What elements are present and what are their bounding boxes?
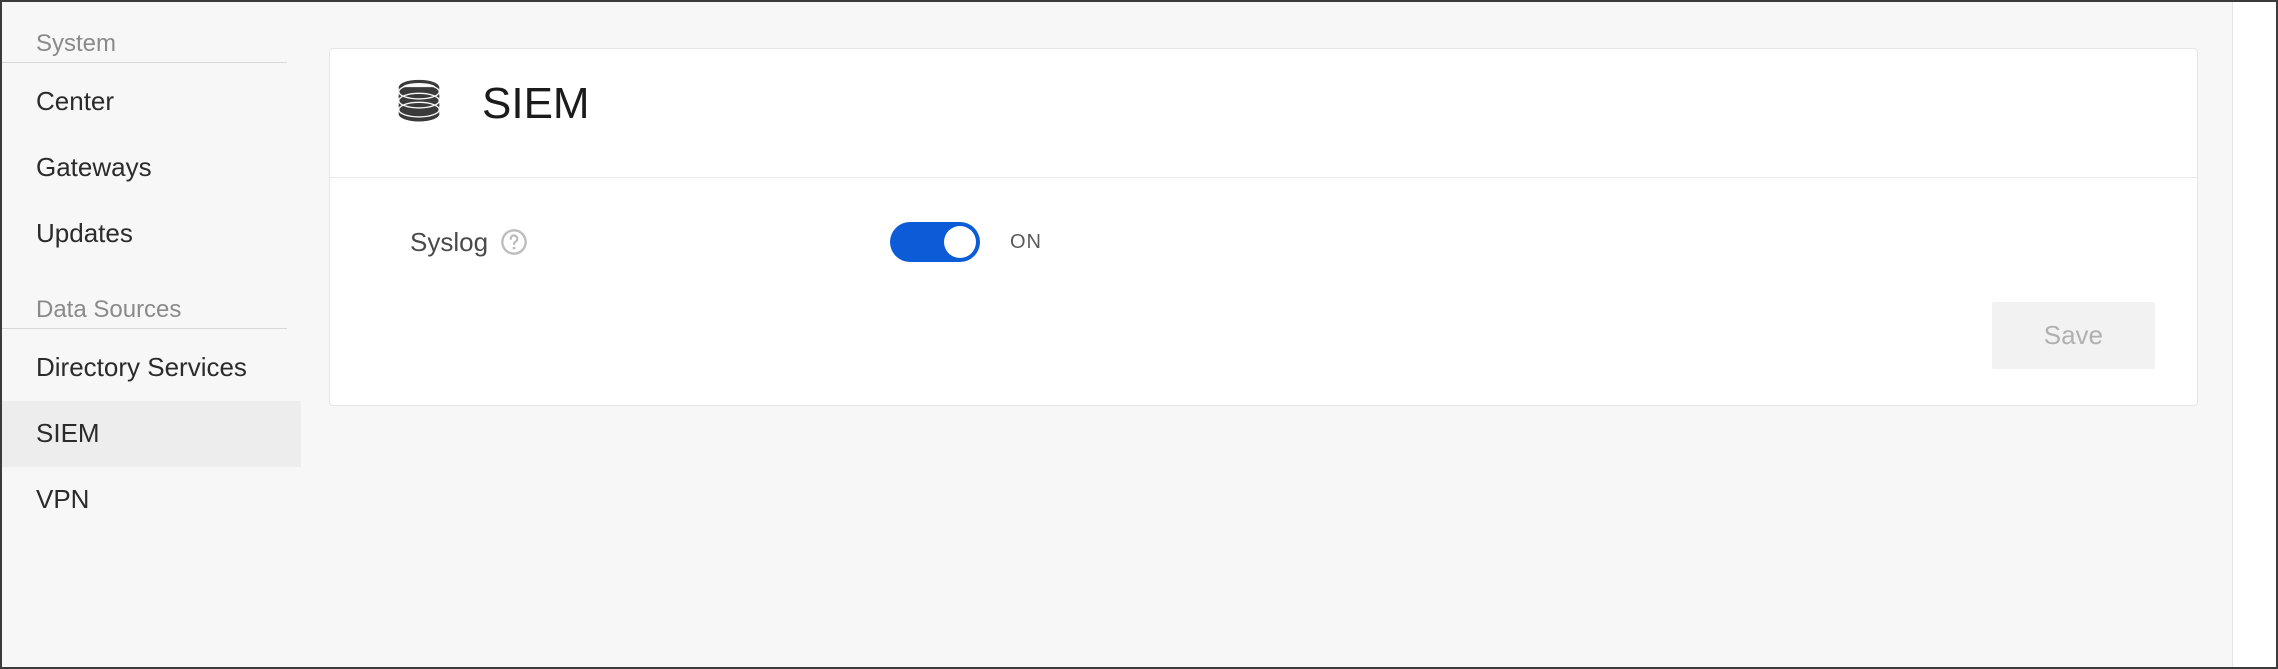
sidebar-item-directory-services[interactable]: Directory Services	[2, 335, 301, 401]
sidebar-item-center[interactable]: Center	[2, 69, 301, 135]
right-gutter	[2232, 2, 2276, 667]
panel-footer: Save	[410, 262, 2155, 369]
panel-title: SIEM	[482, 79, 590, 129]
syslog-label-text: Syslog	[410, 227, 488, 258]
main-content: SIEM Syslog	[307, 2, 2232, 667]
sidebar-section-data-sources: Data Sources	[2, 296, 287, 329]
syslog-setting-row: Syslog ON	[410, 222, 2155, 262]
sidebar-item-siem[interactable]: SIEM	[2, 401, 301, 467]
toggle-knob	[944, 226, 976, 258]
panel-header: SIEM	[330, 49, 2197, 178]
sidebar-item-updates[interactable]: Updates	[2, 201, 301, 267]
sidebar: System Center Gateways Updates Data Sour…	[2, 2, 307, 667]
panel-body: Syslog ON	[330, 178, 2197, 405]
syslog-toggle-state: ON	[1010, 231, 1042, 254]
sidebar-item-gateways[interactable]: Gateways	[2, 135, 301, 201]
app-frame: System Center Gateways Updates Data Sour…	[0, 0, 2278, 669]
sidebar-section-system: System	[2, 30, 287, 63]
save-button[interactable]: Save	[1992, 302, 2155, 369]
help-icon[interactable]	[500, 228, 528, 256]
syslog-label: Syslog	[410, 227, 890, 258]
syslog-toggle-wrap: ON	[890, 222, 1042, 262]
syslog-toggle[interactable]	[890, 222, 980, 262]
database-icon	[392, 77, 446, 131]
sidebar-item-vpn[interactable]: VPN	[2, 467, 301, 533]
siem-panel: SIEM Syslog	[329, 48, 2198, 406]
